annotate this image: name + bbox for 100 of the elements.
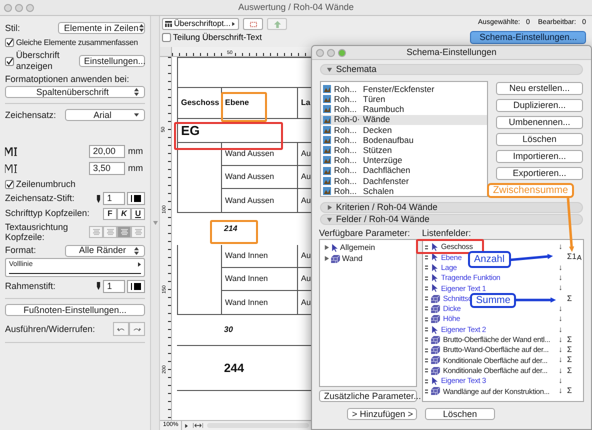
zoom-button[interactable]: [26, 4, 34, 12]
disclosure-icon[interactable]: [327, 67, 332, 72]
font-style-button[interactable]: U: [131, 208, 145, 220]
field-label: Zeichensatz:: [5, 110, 56, 120]
redo-icon: [133, 326, 141, 332]
drag-handle-icon: [425, 254, 428, 260]
redo-button[interactable]: [129, 322, 145, 336]
minimize-button[interactable]: [327, 48, 335, 56]
bricks-icon: [431, 366, 440, 375]
tree-item[interactable]: Wand: [324, 254, 416, 263]
table-cell: Wand Innen: [221, 245, 297, 267]
section-label: Formatoptionen anwenden bei:: [5, 75, 130, 86]
align-button[interactable]: [117, 226, 131, 238]
table-cell: Wand Innen: [221, 268, 297, 290]
disclosure-icon[interactable]: [327, 205, 332, 210]
section-header[interactable]: Kriterien / Roh-04 Wände: [320, 202, 583, 213]
close-button[interactable]: [4, 4, 12, 12]
apply-format-select[interactable]: Spaltenüberschrift: [5, 86, 145, 98]
expand-icon[interactable]: [324, 256, 329, 261]
align-icon: [92, 229, 100, 235]
font-style-button[interactable]: K: [117, 208, 131, 220]
bricks-icon: [431, 346, 440, 354]
schema-list-item[interactable]: Roh... Dachfenster: [321, 176, 487, 186]
add-button[interactable]: > Hinzufügen >: [347, 408, 417, 420]
dialog-button[interactable]: Duplizieren...: [496, 99, 583, 112]
format-select[interactable]: Alle Ränder: [65, 244, 145, 256]
schema-list-item[interactable]: Roh... Dachflächen: [321, 166, 487, 176]
sort-arrow: ↓: [558, 243, 562, 252]
drag-handle-icon: [425, 306, 428, 312]
schema-list-item[interactable]: Roh... Stützen: [321, 145, 487, 156]
checkbox[interactable]: [5, 56, 14, 66]
subtotal-value: 214: [224, 225, 238, 233]
pointer-icon: [331, 244, 338, 252]
sort-arrow: ↓: [558, 274, 562, 282]
schema-list-item[interactable]: Roh... Türen: [321, 94, 487, 104]
schema-list-item[interactable]: Roh... Bodenaufbau: [321, 134, 487, 146]
picture-icon: [323, 105, 331, 114]
color-swatch[interactable]: [127, 192, 145, 205]
input-field[interactable]: 3,50: [89, 162, 125, 175]
expand-icon[interactable]: [324, 245, 329, 250]
input-field[interactable]: 1: [103, 192, 125, 205]
schema-list-item[interactable]: Roh... Fenster/Eckfenster: [321, 84, 487, 94]
field-label: Verfügbare Parameter:: [319, 229, 410, 239]
minimize-button[interactable]: [15, 4, 23, 12]
sum-symbol: Σ: [567, 346, 572, 354]
schema-settings-button[interactable]: Schema-Einstellungen...: [470, 31, 586, 44]
dialog-button[interactable]: Umbenennen...: [496, 116, 583, 129]
schema-list-item[interactable]: Roh... Unterzüge: [321, 155, 487, 166]
align-button[interactable]: [89, 226, 103, 238]
disclosure-icon[interactable]: [327, 217, 332, 222]
checkbox[interactable]: [5, 38, 14, 47]
schema-list-item[interactable]: Roh... Raumbuch: [321, 104, 487, 115]
align-button[interactable]: [103, 226, 117, 238]
undo-button[interactable]: [113, 322, 129, 336]
picture-icon: [323, 146, 331, 154]
style-select[interactable]: Elemente in Zeilen: [58, 22, 145, 34]
align-button[interactable]: [131, 226, 145, 238]
fit-width-icon[interactable]: [193, 423, 204, 428]
input-field[interactable]: 1: [103, 280, 125, 292]
align-icon: [134, 229, 142, 235]
color-swatch[interactable]: [127, 280, 145, 292]
settings-button[interactable]: Einstellungen...: [79, 55, 145, 67]
collapse-icon[interactable]: [152, 221, 158, 225]
checkbox[interactable]: [5, 180, 14, 188]
schema-list-item[interactable]: Roh-0· Wände: [321, 114, 487, 125]
footnote-settings-button[interactable]: Fußnoten-Einstellungen...: [5, 304, 145, 316]
input-field[interactable]: 20,00: [89, 145, 125, 158]
submenu-arrow-icon: [138, 262, 141, 267]
header-options-button[interactable]: Überschriftopt...: [162, 18, 239, 30]
play-icon[interactable]: [185, 424, 188, 428]
remove-button[interactable]: Löschen: [425, 408, 495, 420]
bricks-icon: [431, 336, 440, 344]
checkbox[interactable]: [162, 33, 171, 42]
schema-list-item[interactable]: Roh... Schalen: [321, 186, 487, 196]
pointer-icon: [431, 377, 438, 385]
font-style-button[interactable]: F: [103, 208, 117, 220]
callout-label: Summe: [470, 293, 516, 308]
select-frame-button[interactable]: [243, 18, 263, 30]
dialog-button[interactable]: Importieren...: [496, 150, 583, 163]
bricks-icon: [431, 315, 440, 324]
sum-symbol: Σ: [567, 366, 572, 375]
callout-label: Zwischensumme: [487, 183, 574, 198]
field-label: Format:: [5, 246, 36, 255]
picture-icon: [323, 85, 331, 94]
zoom-button[interactable]: [338, 48, 346, 56]
section-header[interactable]: Felder / Roh-04 Wände: [320, 214, 583, 225]
dashed-frame-icon: [248, 20, 258, 28]
checkbox-label: Gleiche Elemente zusammenfassen: [16, 38, 138, 46]
schema-list-item[interactable]: Roh... Decken: [321, 124, 487, 135]
dialog-button[interactable]: Löschen: [496, 133, 583, 146]
sort-arrow: ↓: [558, 356, 562, 364]
dialog-button[interactable]: Exportieren...: [496, 167, 583, 180]
dialog-button[interactable]: Neu erstellen...: [496, 82, 583, 95]
field-label: Listenfelder:: [422, 229, 472, 239]
font-select[interactable]: Arial: [65, 109, 145, 121]
pen-icon: [96, 282, 101, 290]
close-button[interactable]: [316, 48, 324, 56]
section-header[interactable]: Schemata: [320, 64, 583, 75]
sort-arrow: ↓: [558, 346, 562, 354]
tree-item[interactable]: Allgemein: [324, 243, 416, 252]
